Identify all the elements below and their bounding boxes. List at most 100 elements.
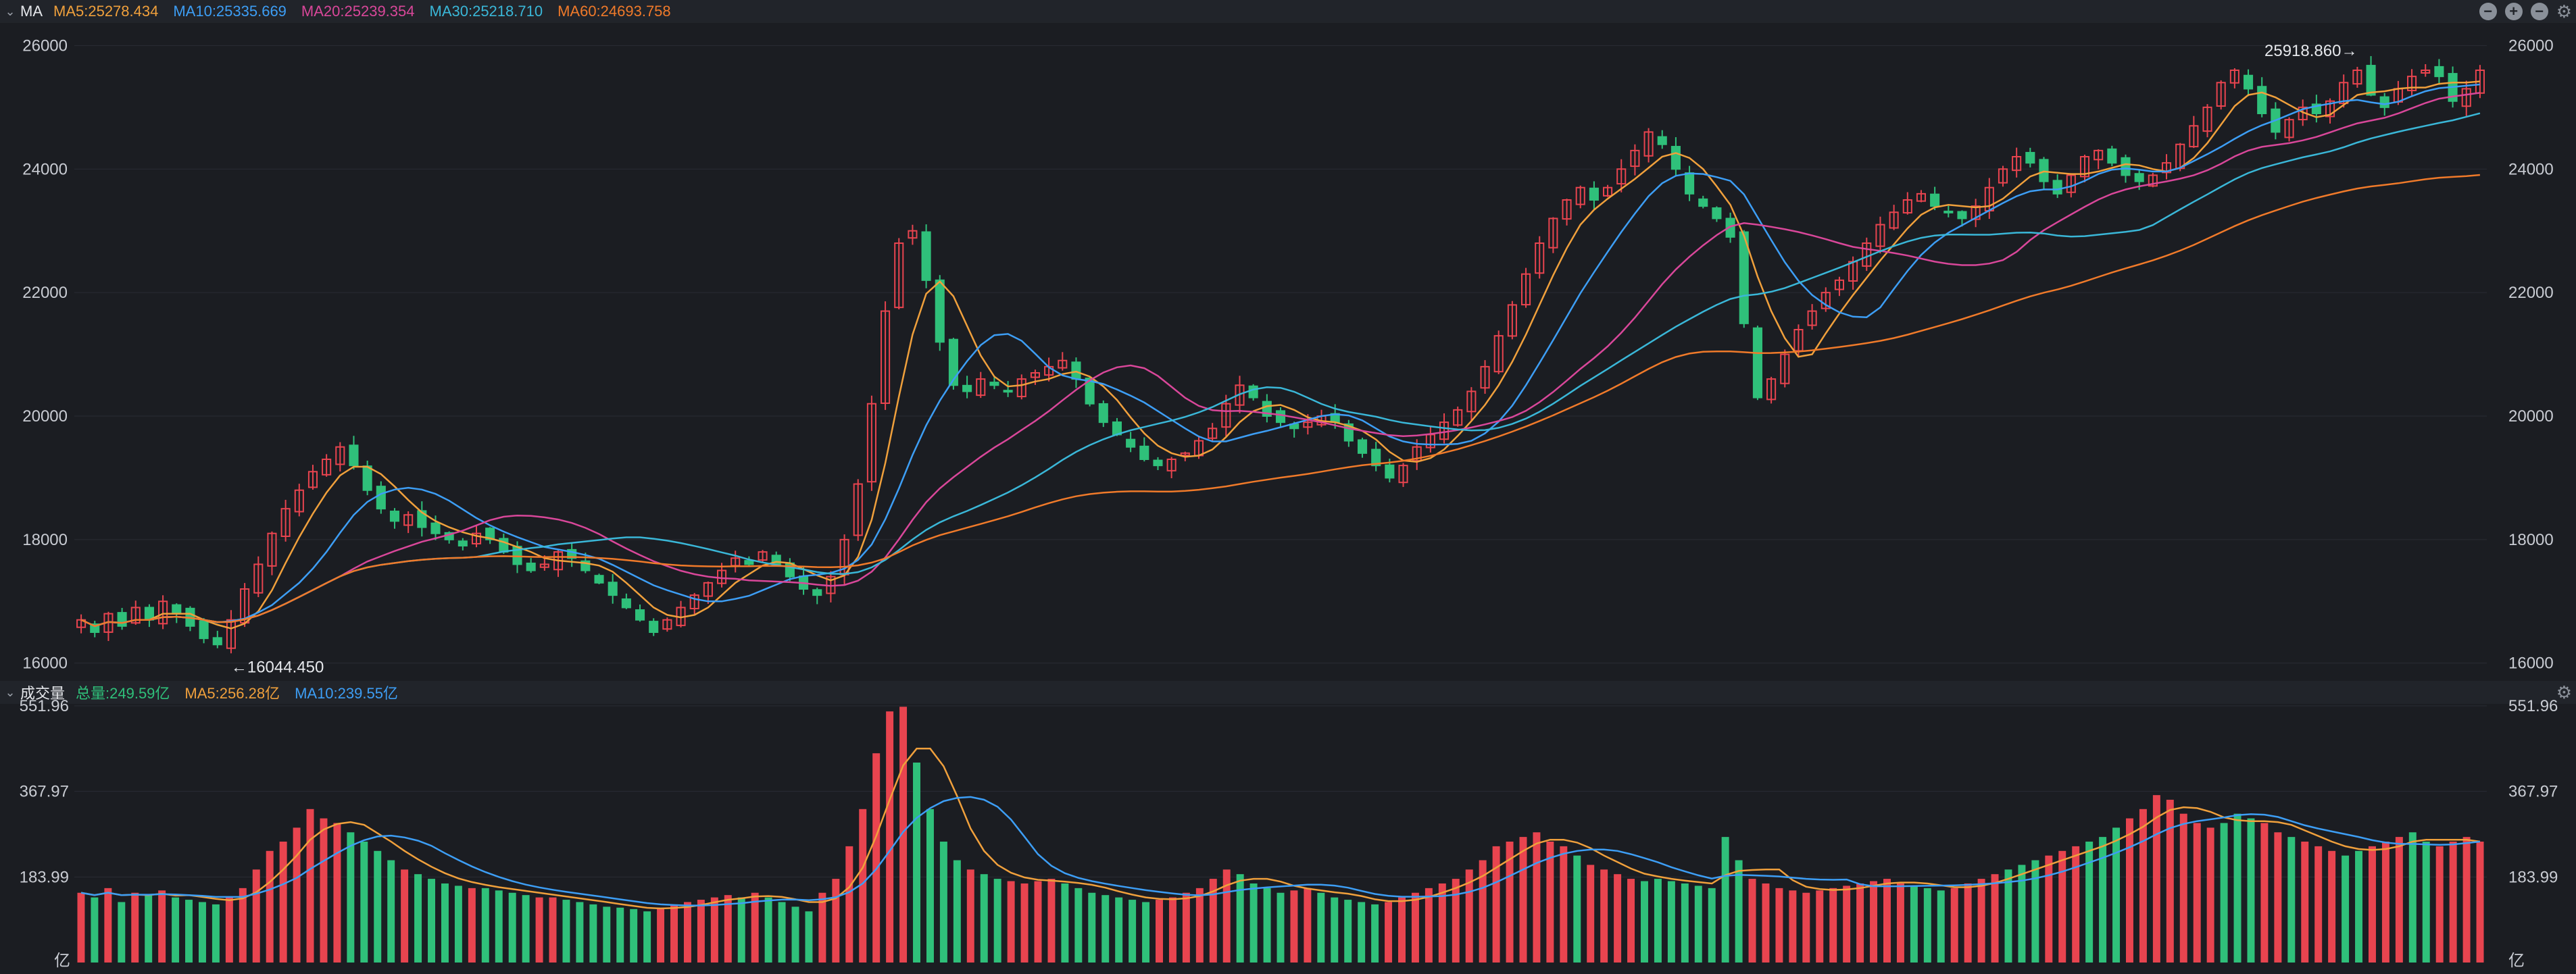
candle-body [594, 575, 604, 584]
volume-bar [2166, 800, 2174, 963]
candle-body [2434, 66, 2444, 78]
volume-bar [454, 886, 462, 963]
volume-bar [1047, 879, 1056, 963]
volume-bar [1304, 888, 1312, 963]
volume-bar [1896, 883, 1904, 963]
volume-bar [2395, 837, 2403, 963]
volume-bar [2449, 842, 2457, 963]
volume-bar [1654, 879, 1662, 963]
volume-bar [77, 892, 85, 963]
volume-bar [1222, 869, 1231, 963]
chart-canvas[interactable]: 26000 26000 24000 24000 22000 22000 20000 20000… [0, 0, 2576, 974]
volume-bar [306, 809, 314, 963]
volume-bar [1115, 897, 1123, 963]
ma20-line [80, 92, 2481, 627]
candle-body [1003, 390, 1013, 393]
candle-body [1275, 410, 1286, 424]
volume-bar [2287, 837, 2296, 963]
volume-bar [2260, 823, 2269, 963]
volume-bar [710, 897, 718, 963]
volume-bar [1385, 902, 1393, 963]
price-tick-right: 22000 [2508, 284, 2554, 302]
volume-bar [2085, 842, 2094, 963]
volume-bar [1371, 904, 1379, 963]
candle-body [921, 231, 931, 281]
volume-bar [2328, 850, 2336, 963]
candle-body [199, 620, 209, 640]
candle-body [2052, 180, 2062, 195]
volume-bar [1950, 888, 1958, 963]
volume-bar [131, 892, 139, 963]
volume-bar [2233, 813, 2241, 963]
volume-bar [1816, 890, 1824, 963]
volume-bar [683, 902, 691, 963]
volume-bar [805, 911, 813, 963]
candle-body [1657, 136, 1667, 145]
candle-body [962, 384, 972, 392]
candle-body [1153, 459, 1163, 467]
volume-bar [2045, 855, 2053, 963]
volume-bar [414, 874, 422, 963]
volume-bar [1411, 892, 1419, 963]
volume-bar [1156, 900, 1163, 963]
volume-bar [1681, 883, 1689, 963]
volume-bar [279, 842, 287, 963]
candle-body [526, 562, 536, 571]
volume-bar [589, 904, 597, 963]
volume-bar [1587, 865, 1595, 963]
volume-bar [2072, 846, 2080, 963]
volume-unit-left: 亿 [54, 952, 70, 970]
volume-bar [2422, 842, 2430, 963]
volume-bar [1236, 874, 1244, 963]
candle-body [1670, 146, 1681, 170]
price-tick-left: 24000 [22, 160, 68, 178]
volume-bar [1789, 890, 1797, 963]
volume-bar [1074, 888, 1083, 963]
volume-bar [1721, 837, 1729, 963]
candle-body [2379, 96, 2389, 108]
volume-bar [374, 850, 382, 963]
volume-bar [2058, 850, 2066, 963]
volume-bar [2220, 823, 2228, 963]
volume-bar [913, 762, 920, 963]
volume-bar [966, 869, 974, 963]
volume-bar [1627, 879, 1635, 963]
volume-bar [1560, 846, 1568, 963]
volume-bar [495, 890, 503, 963]
volume-bar [1101, 895, 1110, 963]
candle-body [349, 444, 359, 467]
volume-bar [791, 906, 799, 963]
volume-bar [1358, 902, 1366, 963]
volume-bar [603, 906, 611, 963]
volume-bar [1641, 881, 1648, 963]
volume-bar [1452, 879, 1460, 963]
volume-bar [1667, 881, 1675, 963]
volume-bar [2301, 842, 2309, 963]
candle-body [457, 540, 468, 546]
volume-bar [845, 846, 853, 963]
volume-bar [1168, 897, 1176, 963]
candle-body [2039, 159, 2049, 182]
volume-bar [2342, 855, 2350, 963]
volume-bar [1694, 886, 1702, 963]
volume-tick-left: 367.97 [20, 783, 69, 801]
volume-bar [1129, 900, 1137, 963]
price-tick-right: 18000 [2508, 531, 2554, 549]
volume-tick-right: 551.96 [2508, 697, 2558, 715]
volume-bar [2193, 823, 2201, 963]
volume-bar [1829, 888, 1837, 963]
candle-body [744, 560, 754, 565]
volume-bar [158, 890, 166, 963]
volume-bar [2314, 846, 2323, 963]
volume-bar [91, 897, 99, 963]
candle-body [1685, 172, 1695, 195]
volume-bar [2247, 818, 2255, 963]
volume-bar [737, 897, 745, 963]
volume-bar [1964, 883, 1972, 963]
volume-bar [643, 911, 651, 963]
price-tick-left: 16000 [22, 655, 68, 673]
volume-bar [1277, 892, 1285, 963]
volume-bar [172, 897, 180, 963]
volume-bar [1991, 874, 1999, 963]
candle-body [376, 486, 386, 510]
